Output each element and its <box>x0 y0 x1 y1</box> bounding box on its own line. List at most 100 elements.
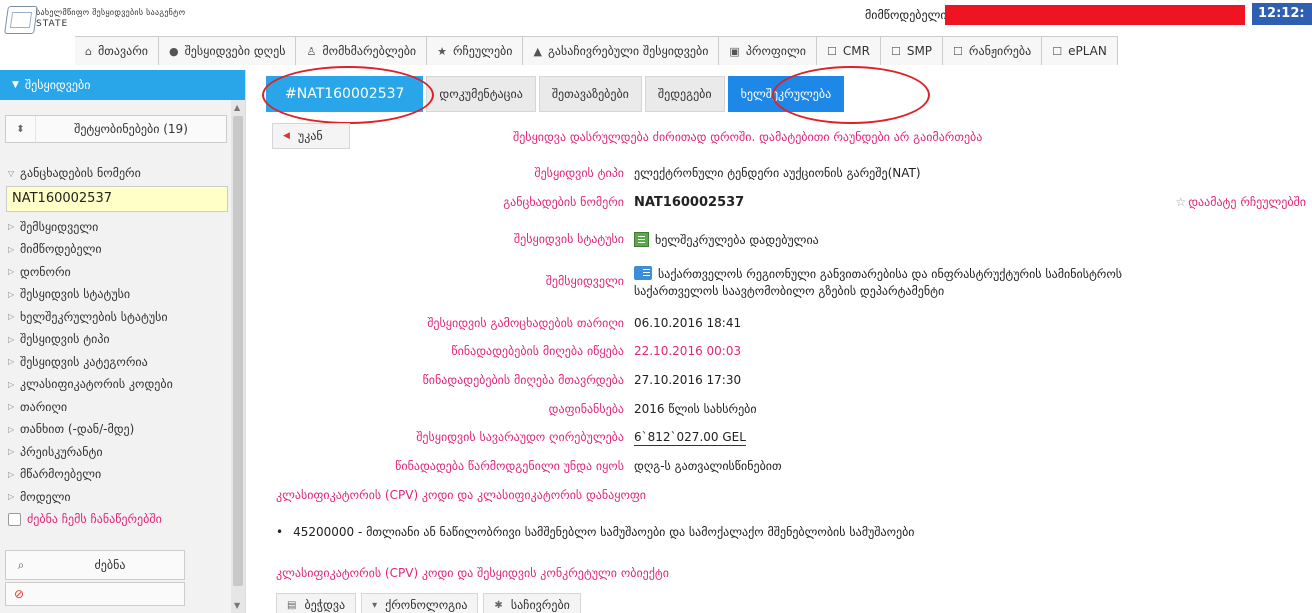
checkbox-icon[interactable] <box>8 512 21 526</box>
caret-right-icon: ▷ <box>8 357 15 367</box>
add-to-favorites-link[interactable]: ☆ დაამატე რჩეულებში <box>1175 195 1306 209</box>
detail-label: შესყიდვის სტატუსი <box>513 232 624 246</box>
nav-label: შესყიდვები დღეს <box>184 44 286 58</box>
notifications-button[interactable]: ⬍ შეტყობინებები (19) <box>5 115 227 143</box>
sidebar-scrollbar[interactable]: ▲ ▼ <box>231 100 245 613</box>
filter-buyer[interactable]: ▷ შემსყიდველი <box>8 216 230 239</box>
eplan-icon: ☐ <box>1052 44 1063 58</box>
detail-value: დღგ-ს გათვალისწინებით <box>634 459 782 473</box>
detail-label: წინადადებების მიღება მთავრდება <box>422 373 624 387</box>
tab-offers[interactable]: შეთავაზებები <box>538 76 642 112</box>
caret-right-icon: ▷ <box>8 222 15 232</box>
tab-tender-number[interactable]: #NAT160002537 <box>266 76 424 112</box>
nav-item-disputed[interactable]: ▲ გასაჩივრებული შესყიდვები <box>523 37 720 65</box>
filter-category[interactable]: ▷ შესყიდვის კატეგორია <box>8 351 230 374</box>
detail-label: შესყიდვის ტიპი <box>534 166 624 180</box>
notice-number-input[interactable] <box>6 185 228 212</box>
detail-value: 2016 წლის სახსრები <box>634 402 757 416</box>
detail-label: შესყიდვის გამოცხადების თარიღი <box>427 316 624 330</box>
top-navigation: ⌂ მთავარი ● შესყიდვები დღეს ♙ მომხმარებლები… <box>75 36 1118 65</box>
filter-label: მოდელი <box>20 489 71 504</box>
filter-supplier[interactable]: ▷ მიმწოდებელი <box>8 238 230 261</box>
nav-item-favorites[interactable]: ★ რჩეულები <box>427 37 524 65</box>
nav-label: მთავარი <box>97 44 148 58</box>
nav-item-eplan[interactable]: ☐ ePLAN <box>1042 37 1118 65</box>
detail-label: წინადადება წარმოდგენილი უნდა იყოს <box>395 459 624 473</box>
chronology-button[interactable]: ▾ ქრონოლოგია <box>361 593 479 613</box>
scroll-up-icon[interactable]: ▲ <box>234 103 240 112</box>
caret-right-icon: ▷ <box>8 492 15 502</box>
filter-classifier-codes[interactable]: ▷ კლასიფიკატორის კოდები <box>8 373 230 396</box>
search-my-records-checkbox[interactable]: ძებნა ჩემს ჩანაწერებში <box>8 508 230 531</box>
caret-right-icon: ▷ <box>8 289 15 299</box>
filter-contract-status[interactable]: ▷ ხელშეკრულების სტატუსი <box>8 306 230 329</box>
caret-open-icon: ▽ <box>8 168 15 178</box>
filter-tender-status[interactable]: ▷ შესყიდვის სტატუსი <box>8 283 230 306</box>
filter-notice-number[interactable]: ▽ განცხადების ნომერი <box>8 162 230 185</box>
notifications-label: შეტყობინებები (19) <box>74 122 188 136</box>
print-button[interactable]: ▤ ბეჭდვა <box>276 593 357 613</box>
filter-amount[interactable]: ▷ თანხით (-დან/-მდე) <box>8 418 230 441</box>
nav-item-users[interactable]: ♙ მომხმარებლები <box>296 37 428 65</box>
filter-label: შესყიდვის სტატუსი <box>20 287 131 302</box>
sidebar-header[interactable]: ▼ შესყიდვები <box>0 70 245 100</box>
cpv-division-link[interactable]: კლასიფიკატორის (CPV) კოდი და კლასიფიკატო… <box>276 488 646 502</box>
filter-list: ▽ განცხადების ნომერი ▷ შემსყიდველი ▷ მიმწოდ… <box>6 162 230 531</box>
filter-label: კლასიფიკატორის კოდები <box>20 377 173 392</box>
back-button-label: უკან <box>297 129 323 143</box>
complaints-button[interactable]: ✱ საჩივრები <box>483 593 581 613</box>
filter-manufacturer[interactable]: ▷ მწარმოებელი <box>8 463 230 486</box>
tab-documentation[interactable]: დოკუმენტაცია <box>426 76 536 112</box>
filter-tender-type[interactable]: ▷ შესყიდვის ტიპი <box>8 328 230 351</box>
buyer-line1: საქართველოს რეგიონული განვითარებისა და ი… <box>658 267 1123 281</box>
star-outline-icon: ☆ <box>1175 195 1187 209</box>
caret-right-icon: ▷ <box>8 469 15 479</box>
filter-label: შესყიდვის ტიპი <box>20 332 110 347</box>
sidebar-title: შესყიდვები <box>24 78 91 92</box>
cmr-icon: ☐ <box>827 44 837 58</box>
nav-item-profile[interactable]: ▣ პროფილი <box>719 37 817 65</box>
filter-date[interactable]: ▷ თარიღი <box>8 396 230 419</box>
detail-label: დაფინანსება <box>548 402 624 416</box>
nav-label: პროფილი <box>745 44 806 58</box>
sidebar: ▼ შესყიდვები ▲ ▼ ⬍ შეტყობინებები (19) ▽ გ… <box>0 70 246 613</box>
tab-contract[interactable]: ხელშეკრულება <box>727 76 845 112</box>
clock-icon: ● <box>168 44 179 58</box>
caret-right-icon: ▷ <box>8 312 15 322</box>
detail-value: 6`812`027.00 GEL <box>634 430 746 446</box>
detail-value: 22.10.2016 00:03 <box>634 344 742 358</box>
nav-label: გასაჩივრებული შესყიდვები <box>547 44 709 58</box>
scrollbar-thumb[interactable] <box>233 116 243 586</box>
clear-filters-button[interactable]: ⊘ <box>5 582 185 606</box>
nav-item-smp[interactable]: ☐ SMP <box>880 37 944 65</box>
nav-item-today[interactable]: ● შესყიდვები დღეს <box>158 37 297 65</box>
app-header: სახელმწიფო შესყიდვების სააგენტო STATE მი… <box>0 0 1312 65</box>
checkbox-label: ძებნა ჩემს ჩანაწერებში <box>27 512 162 527</box>
filter-label: პრეისკურანტი <box>20 444 103 459</box>
nav-item-cmr[interactable]: ☐ CMR <box>817 37 881 65</box>
cpv-object-link[interactable]: კლასიფიკატორის (CPV) კოდი და შესყიდვის კ… <box>276 566 669 580</box>
filter-donor[interactable]: ▷ დონორი <box>8 261 230 284</box>
filter-label: დონორი <box>20 264 71 279</box>
tender-tabs: #NAT160002537 დოკუმენტაცია შეთავაზებები … <box>266 76 847 112</box>
nav-item-home[interactable]: ⌂ მთავარი <box>75 37 159 65</box>
bottom-actions: ▤ ბეჭდვა ▾ ქრონოლოგია ✱ საჩივრები <box>276 593 586 613</box>
filter-price-list[interactable]: ▷ პრეისკურანტი <box>8 441 230 464</box>
agency-logo-icon[interactable] <box>4 6 38 34</box>
tab-results[interactable]: შედეგები <box>644 76 725 112</box>
scroll-down-icon[interactable]: ▼ <box>234 601 240 610</box>
nav-label: მომხმარებლები <box>322 44 417 58</box>
search-button[interactable]: ⌕ ძებნა <box>5 550 185 580</box>
tender-notice: შესყიდვა დასრულდება ძირითად დროში. დამატ… <box>513 130 983 144</box>
gear-icon: ✱ <box>494 599 503 611</box>
caret-right-icon: ▷ <box>8 244 15 254</box>
contract-status-icon <box>634 232 649 247</box>
filter-model[interactable]: ▷ მოდელი <box>8 486 230 509</box>
nav-item-ranking[interactable]: ☐ რანჟირება <box>943 37 1043 65</box>
nav-label: რანჟირება <box>968 44 1032 58</box>
filter-label: მწარმოებელი <box>20 467 102 482</box>
filter-label: შესყიდვის კატეგორია <box>20 354 148 369</box>
filter-label: მიმწოდებელი <box>20 242 102 257</box>
back-button[interactable]: ◀ უკან <box>272 123 350 149</box>
supplier-label: მიმწოდებელი: <box>865 8 951 22</box>
